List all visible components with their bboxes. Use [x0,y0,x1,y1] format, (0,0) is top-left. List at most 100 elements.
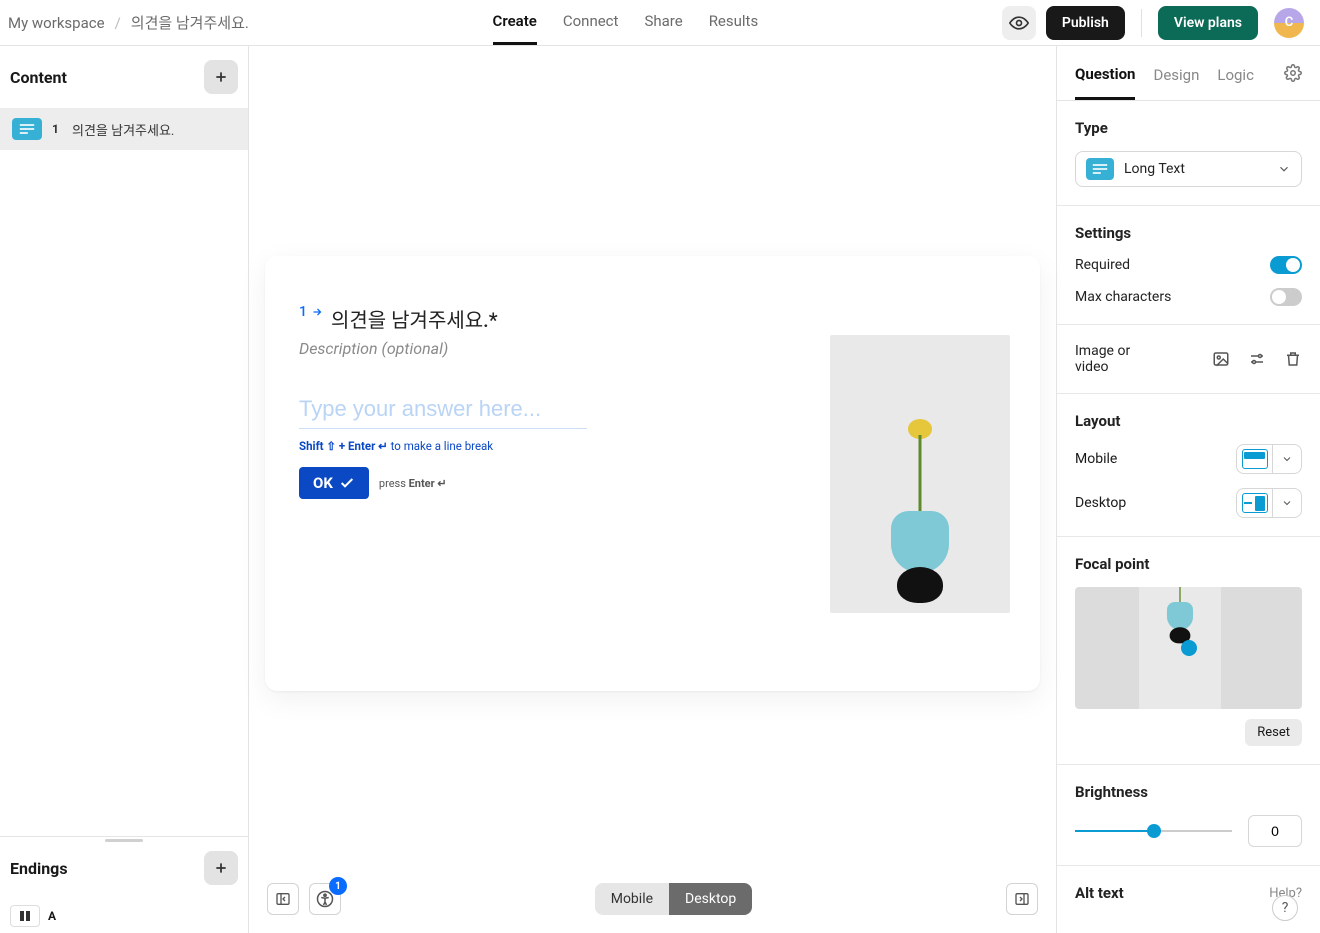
brightness-input[interactable] [1248,815,1302,847]
content-item-index: 1 [52,122,62,136]
answer-input[interactable] [299,394,587,429]
preview-button[interactable] [1002,6,1036,40]
arrow-right-icon [311,306,323,318]
layout-mobile-select[interactable] [1236,444,1302,474]
top-bar: My workspace / 의견을 남겨주세요. Create Connect… [0,0,1320,46]
question-card[interactable]: 1 의견을 남겨주세요.* Description (optional) Shi… [265,256,1040,691]
accessibility-badge: 1 [329,877,347,895]
question-number: 1 [299,304,323,320]
type-section: Type Long Text [1057,101,1320,206]
right-tabs: Question Design Logic [1057,46,1320,101]
right-panel: Question Design Logic Type Long Text Set… [1056,46,1320,933]
type-value: Long Text [1124,161,1267,177]
maxchars-toggle[interactable] [1270,288,1302,306]
maxchars-label: Max characters [1075,289,1171,305]
add-content-button[interactable] [204,60,238,94]
workspace-link[interactable]: My workspace [8,14,105,32]
tab-logic[interactable]: Logic [1217,66,1254,98]
canvas-bottom-bar: 1 Mobile Desktop [249,883,1056,915]
endings-title: Endings [10,859,68,878]
right-body: Type Long Text Settings Required Max cha… [1057,101,1320,933]
add-ending-button[interactable] [204,851,238,885]
viewport-toggle: Mobile Desktop [595,883,753,915]
ending-letter: A [48,909,56,923]
tab-share[interactable]: Share [644,0,682,45]
check-icon [339,475,355,491]
divider [1141,9,1142,37]
eye-icon [1009,13,1029,33]
question-body: 1 의견을 남겨주세요.* Description (optional) Shi… [265,256,830,691]
settings-header: Settings [1075,224,1302,242]
ending-icon [10,905,40,927]
content-item-label: 의견을 남겨주세요. [72,120,174,139]
focal-handle[interactable] [1181,640,1197,656]
top-tabs: Create Connect Share Results [249,0,1002,45]
settings-section: Settings Required Max characters [1057,206,1320,325]
form-title[interactable]: 의견을 남겨주세요. [131,12,249,33]
media-section: Image or video [1057,325,1320,394]
long-text-icon [1086,158,1114,180]
collapse-left-button[interactable] [267,883,299,915]
layout-desktop-select[interactable] [1236,488,1302,518]
tab-design[interactable]: Design [1153,66,1199,98]
tab-question[interactable]: Question [1075,65,1135,100]
layout-section: Layout Mobile Desktop [1057,394,1320,537]
viewport-desktop[interactable]: Desktop [669,883,752,915]
ok-hint: press Enter ↵ [379,477,447,490]
question-description[interactable]: Description (optional) [299,339,790,358]
ok-button[interactable]: OK [299,467,369,499]
required-label: Required [1075,257,1130,273]
chevron-down-icon [1281,497,1293,509]
canvas: 1 의견을 남겨주세요.* Description (optional) Shi… [249,46,1056,933]
image-icon[interactable] [1212,350,1230,368]
gear-icon [1284,64,1302,82]
focal-header: Focal point [1075,555,1302,573]
main: Content 1 의견을 남겨주세요. Endings [0,46,1320,933]
ending-item-a[interactable]: A [0,899,248,933]
chevron-down-icon [1281,453,1293,465]
focal-canvas[interactable] [1075,587,1302,709]
required-toggle[interactable] [1270,256,1302,274]
tab-create[interactable]: Create [493,0,537,45]
layout-desktop-label: Desktop [1075,495,1126,511]
media-header: Image or video [1075,343,1155,375]
layout-mobile-label: Mobile [1075,451,1117,467]
content-title: Content [10,68,67,87]
collapse-right-button[interactable] [1006,883,1038,915]
chevron-down-icon [1277,162,1291,176]
adjust-icon[interactable] [1248,350,1266,368]
media-image[interactable] [830,335,1010,613]
avatar[interactable]: C [1274,8,1304,38]
panel-left-icon [275,891,291,907]
panel-right-icon [1014,891,1030,907]
content-list: 1 의견을 남겨주세요. [0,108,248,836]
viewport-mobile[interactable]: Mobile [595,883,669,915]
plus-icon [214,861,228,875]
content-header: Content [0,46,248,108]
brightness-slider[interactable] [1075,821,1232,841]
tab-results[interactable]: Results [709,0,759,45]
line-break-hint: Shift ⇧ + Enter ↵ to make a line break [299,439,790,453]
tab-settings-gear[interactable] [1284,64,1302,100]
publish-button[interactable]: Publish [1046,6,1125,40]
trash-icon[interactable] [1284,350,1302,368]
focal-section: Focal point Reset [1057,537,1320,765]
breadcrumb-sep: / [115,14,121,32]
content-item-1[interactable]: 1 의견을 남겨주세요. [0,108,248,150]
type-header: Type [1075,119,1302,137]
help-button[interactable]: ? [1272,895,1298,921]
endings-section: Endings A [0,836,248,933]
layout-header: Layout [1075,412,1302,430]
alt-text-header: Alt text [1075,884,1124,902]
type-select[interactable]: Long Text [1075,151,1302,187]
focal-reset-button[interactable]: Reset [1245,719,1302,746]
question-title[interactable]: 의견을 남겨주세요.* [331,304,498,333]
ok-row: OK press Enter ↵ [299,467,790,499]
breadcrumb: My workspace / 의견을 남겨주세요. [8,12,249,33]
brightness-header: Brightness [1075,783,1302,801]
long-text-icon [12,118,42,140]
brightness-section: Brightness [1057,765,1320,866]
tab-connect[interactable]: Connect [563,0,619,45]
plus-icon [214,70,228,84]
view-plans-button[interactable]: View plans [1158,6,1258,40]
